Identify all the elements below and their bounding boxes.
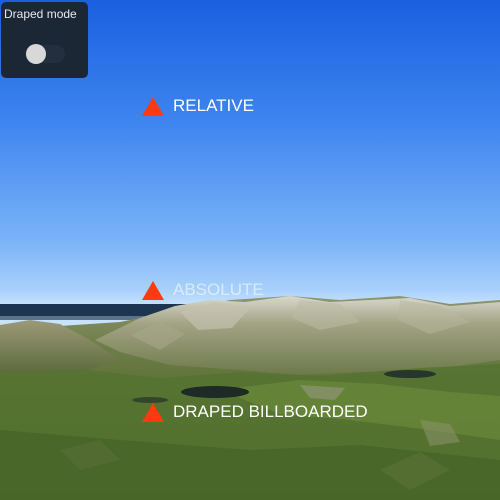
red-triangle-icon [142, 281, 164, 300]
marker-label-absolute: ABSOLUTE [173, 280, 264, 299]
lake [181, 386, 249, 398]
red-triangle-icon [142, 403, 164, 422]
marker-label-draped: DRAPED BILLBOARDED [173, 402, 368, 421]
marker-relative[interactable]: RELATIVE [141, 94, 254, 118]
marker-draped-billboarded[interactable]: DRAPED BILLBOARDED [141, 400, 368, 424]
red-triangle-icon [142, 97, 164, 116]
draped-mode-toggle[interactable] [25, 44, 65, 64]
marker-label-relative: RELATIVE [173, 96, 254, 115]
draped-mode-panel: Draped mode [1, 2, 88, 78]
marker-absolute[interactable]: ABSOLUTE [141, 278, 264, 302]
toggle-knob[interactable] [26, 44, 46, 64]
panel-title: Draped mode [4, 7, 77, 21]
map-view[interactable]: Draped mode RELATIVE ABSOLUTE DRAPED BIL… [0, 0, 500, 500]
